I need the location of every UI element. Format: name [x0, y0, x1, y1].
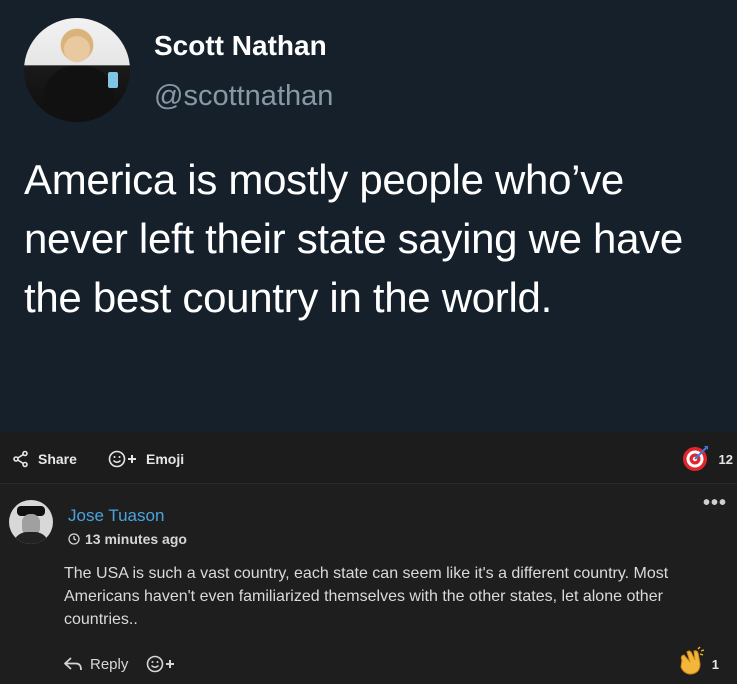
- clapping-hands-icon[interactable]: [676, 646, 706, 676]
- comment-time-label: 13 minutes ago: [85, 531, 187, 547]
- reply-arrow-icon: [64, 657, 82, 671]
- emoji-label: Emoji: [146, 451, 185, 467]
- comment-body: The USA is such a vast country, each sta…: [64, 565, 669, 628]
- emoji-add-icon[interactable]: [146, 654, 178, 674]
- tweet-text: America is mostly people who’ve never le…: [24, 156, 683, 321]
- reply-label: Reply: [90, 655, 129, 673]
- comment-actions: Reply: [64, 654, 178, 674]
- more-options-button[interactable]: •••: [703, 492, 727, 515]
- share-label: Share: [38, 451, 77, 467]
- tweet-avatar: [24, 18, 130, 122]
- share-button[interactable]: Share: [12, 448, 77, 470]
- share-icon: [13, 450, 28, 468]
- reaction-count: 12: [718, 452, 733, 467]
- clap-count: 1: [711, 657, 719, 672]
- target-emoji-icon[interactable]: [682, 444, 710, 472]
- clock-icon: [68, 533, 80, 545]
- comment-timestamp: 13 minutes ago: [68, 531, 187, 547]
- comment-author-name[interactable]: Jose Tuason: [68, 506, 164, 526]
- emoji-button[interactable]: Emoji: [108, 448, 184, 470]
- tweet-author-name: Scott Nathan: [154, 30, 327, 61]
- tweet-author-handle: @scottnathan: [154, 80, 334, 112]
- post-action-bar: Share Emoji 12: [0, 432, 737, 484]
- comment: Jose Tuason 13 minutes ago ••• The USA i…: [0, 484, 737, 684]
- emoji-add-icon: [108, 450, 136, 468]
- reply-button[interactable]: Reply: [64, 656, 128, 673]
- tweet-card: Scott Nathan @scottnathan America is mos…: [0, 0, 737, 432]
- comment-avatar[interactable]: [9, 500, 53, 544]
